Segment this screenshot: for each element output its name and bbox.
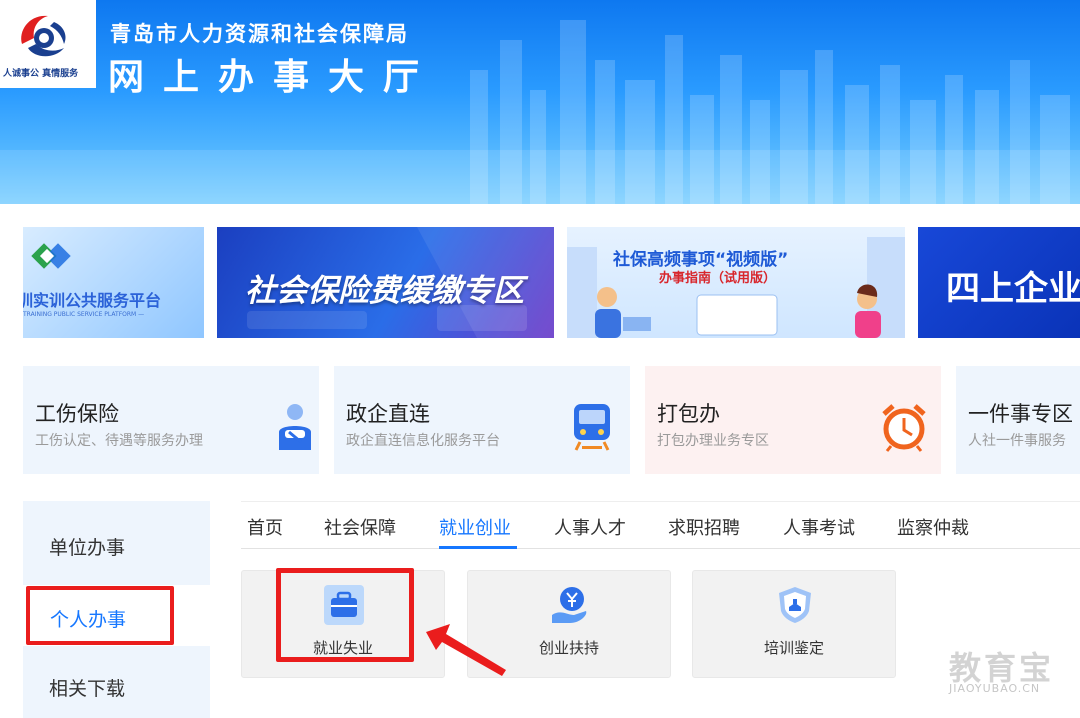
sidebar-item-downloads[interactable]: 相关下载 (23, 646, 210, 718)
diamond-logo-icon (31, 243, 71, 269)
tile-label: 培训鉴定 (763, 639, 824, 657)
sidebar-item-unit[interactable]: 单位办事 (23, 501, 210, 585)
sidebar-item-label: 单位办事 (49, 537, 126, 559)
banner-title: 社会保险费缓缴专区 (245, 273, 524, 309)
tab-social-security[interactable]: 社会保障 (324, 514, 396, 540)
service-desc: 打包办理业务专区 (657, 433, 769, 449)
tab-home[interactable]: 首页 (247, 514, 283, 540)
tab-personnel[interactable]: 人事人才 (554, 514, 626, 540)
service-title: 政企直连 (346, 402, 430, 426)
org-name: 青岛市人力资源和社会保障局 (110, 22, 409, 46)
pointer-arrow-icon (426, 624, 506, 676)
service-card-package[interactable]: 打包办 打包办理业务专区 (645, 366, 941, 474)
tab-exams[interactable]: 人事考试 (783, 514, 855, 540)
shield-icon (779, 587, 811, 623)
banner-subtitle: TRAINING PUBLIC SERVICE PLATFORM — (23, 311, 145, 318)
service-card-work-injury[interactable]: 工伤保险 工伤认定、待遇等服务办理 (23, 366, 319, 474)
qingdao-hrss-logo-icon (21, 15, 66, 57)
service-title: 一件事专区 (968, 402, 1073, 426)
injured-person-icon (279, 404, 311, 450)
watermark-url: JIAOYUBAO.CN (949, 682, 1041, 695)
tab-employment[interactable]: 就业创业 (439, 514, 511, 540)
service-desc: 政企直连信息化服务平台 (346, 433, 500, 449)
service-title: 工伤保险 (35, 402, 119, 426)
banner-enterprise[interactable]: 四上企业 (918, 227, 1080, 338)
alarm-clock-icon (882, 404, 926, 452)
header-banner: 人诚事公 真情服务 青岛市人力资源和社会保障局 网上办事大厅 (0, 0, 1080, 204)
sidebar-item-label: 个人办事 (50, 609, 127, 631)
banner-social-insurance-deferral[interactable]: 社会保险费缓缴专区 (217, 227, 554, 338)
banner-title: 四上企业 (946, 269, 1080, 309)
category-tabs: 首页 社会保障 就业创业 人事人才 求职招聘 人事考试 监察仲裁 (241, 501, 1080, 549)
tab-job-seeking[interactable]: 求职招聘 (668, 514, 740, 540)
active-tab-indicator (439, 546, 517, 549)
page-title: 网上办事大厅 (108, 57, 439, 98)
banner-training-platform[interactable]: 训实训公共服务平台 TRAINING PUBLIC SERVICE PLATFO… (23, 227, 204, 338)
logo-slogan: 人诚事公 真情服务 (3, 69, 79, 79)
service-desc: 人社一件事服务 (968, 433, 1066, 449)
service-title: 打包办 (657, 402, 720, 426)
service-card-one-thing[interactable]: 一件事专区 人社一件事服务 (956, 366, 1080, 474)
train-icon (574, 404, 610, 451)
banner-subtitle: 办事指南（试用版） (659, 271, 777, 286)
service-card-gov-enterprise[interactable]: 政企直连 政企直连信息化服务平台 (334, 366, 630, 474)
service-desc: 工伤认定、待遇等服务办理 (35, 433, 203, 449)
yuan-hand-icon (552, 587, 587, 623)
banner-title: 训实训公共服务平台 (23, 291, 162, 310)
sidebar-item-label: 相关下载 (49, 678, 126, 700)
tab-arbitration[interactable]: 监察仲裁 (897, 514, 969, 540)
highlight-box (276, 568, 414, 662)
logo[interactable]: 人诚事公 真情服务 (0, 0, 96, 88)
sidebar-item-personal[interactable]: 个人办事 (26, 586, 174, 645)
tile-training-appraisal[interactable]: 培训鉴定 (692, 570, 896, 678)
banner-video-guide[interactable]: 社保高频事项“视频版” 办事指南（试用版） (567, 227, 905, 338)
